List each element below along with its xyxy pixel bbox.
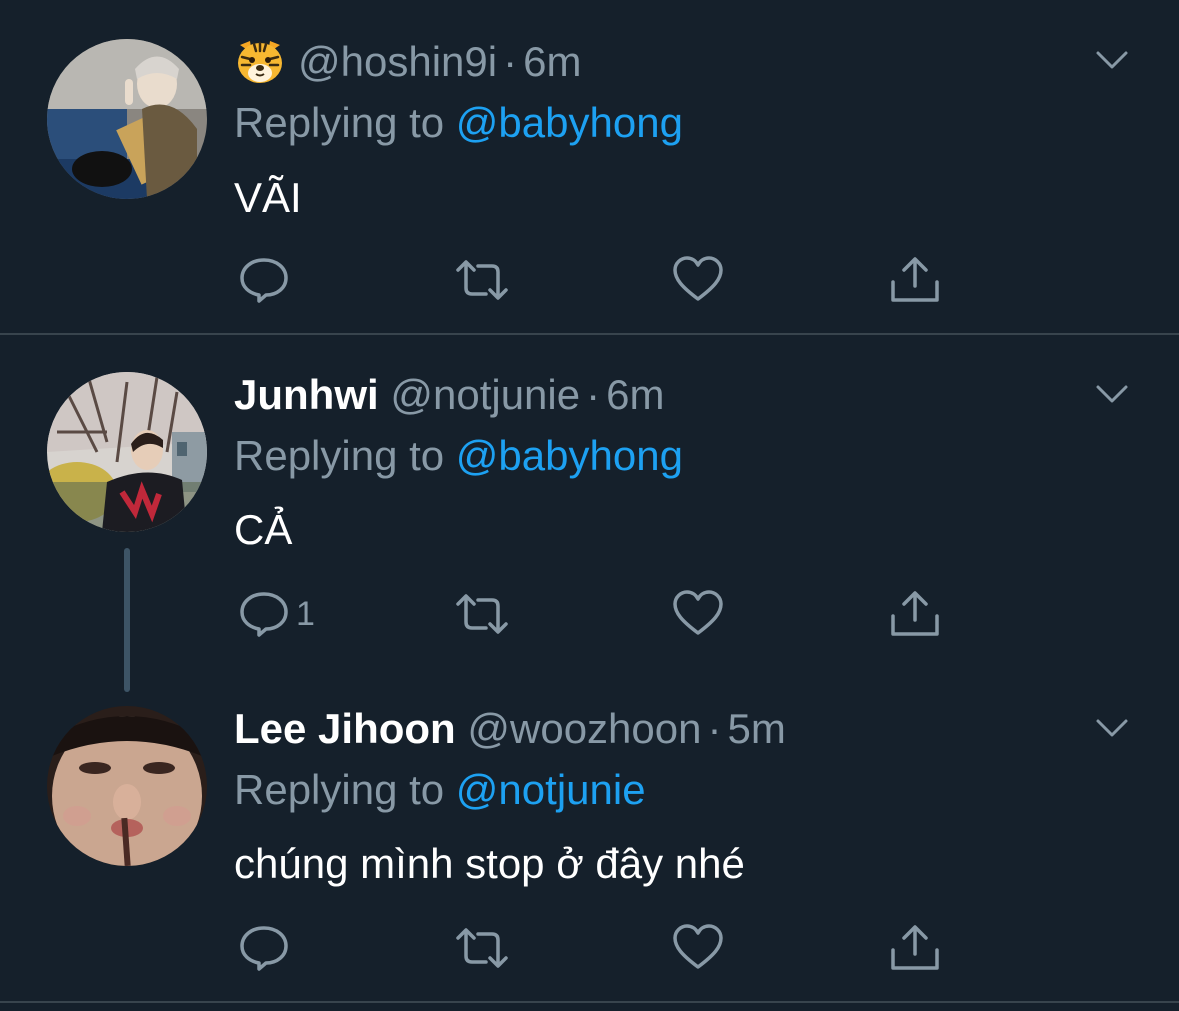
reply-count: 1	[296, 594, 315, 633]
reply-button[interactable]: 1	[238, 584, 315, 644]
reply-icon	[240, 258, 288, 303]
like-icon	[673, 924, 723, 969]
retweet-button[interactable]	[452, 584, 512, 644]
reply-icon	[240, 592, 288, 637]
replying-to: Replying to @babyhong	[234, 426, 683, 486]
replying-prefix: Replying to	[234, 766, 445, 813]
share-icon	[891, 925, 939, 970]
share-icon	[891, 591, 939, 636]
separator-dot: ·	[707, 705, 722, 752]
divider	[0, 333, 1179, 335]
chevron-down-icon[interactable]	[1092, 40, 1132, 80]
avatar[interactable]	[47, 372, 207, 532]
share-icon	[891, 257, 939, 302]
like-button[interactable]	[672, 584, 724, 644]
share-button[interactable]	[888, 918, 942, 978]
timestamp[interactable]: 5m	[728, 705, 786, 752]
replying-prefix: Replying to	[234, 99, 445, 146]
timestamp[interactable]: 6m	[523, 38, 581, 85]
retweet-icon	[456, 594, 508, 634]
tweet-header: Lee Jihoon @woozhoon · 5m	[234, 699, 786, 759]
reply-button[interactable]	[238, 918, 296, 978]
chevron-down-icon[interactable]	[1092, 374, 1132, 414]
retweet-button[interactable]	[452, 250, 512, 310]
retweet-button[interactable]	[452, 918, 512, 978]
mention-link[interactable]: @notjunie	[456, 766, 646, 813]
chevron-down-icon[interactable]	[1092, 708, 1132, 748]
like-icon	[673, 256, 723, 301]
mention-link[interactable]: @babyhong	[456, 432, 683, 479]
tweet-header: @hoshin9i · 6m	[234, 32, 581, 92]
like-button[interactable]	[672, 250, 724, 310]
tweet[interactable]: Lee Jihoon @woozhoon · 5m Replying to @not…	[0, 670, 1179, 1000]
reply-button[interactable]	[238, 250, 296, 310]
like-icon	[673, 590, 723, 635]
user-handle[interactable]: @hoshin9i	[298, 38, 497, 85]
tweet-text: CẢ	[234, 506, 293, 553]
replying-prefix: Replying to	[234, 432, 445, 479]
share-button[interactable]	[888, 250, 942, 310]
action-bar	[234, 250, 954, 310]
user-handle[interactable]: @woozhoon	[467, 705, 701, 752]
retweet-icon	[456, 928, 508, 968]
display-name[interactable]: Lee Jihoon	[234, 705, 456, 752]
separator-dot: ·	[586, 371, 601, 418]
tweet-header: Junhwi @notjunie · 6m	[234, 365, 664, 425]
timeline: @hoshin9i·6m Replying to @babyhong VÃI	[0, 0, 1179, 1011]
timestamp[interactable]: 6m	[606, 371, 664, 418]
reply-icon	[240, 926, 288, 971]
action-bar	[234, 918, 954, 978]
replying-to: Replying to @babyhong	[234, 93, 683, 153]
share-button[interactable]	[888, 584, 942, 644]
display-name[interactable]: Junhwi	[234, 371, 379, 418]
tweet[interactable]: @hoshin9i · 6m Replying to @babyhong VÃI	[0, 0, 1179, 334]
user-handle[interactable]: @notjunie	[390, 371, 580, 418]
divider	[0, 1001, 1179, 1003]
tiger-face-emoji	[234, 35, 286, 87]
tweet[interactable]: Junhwi @notjunie · 6m Replying to @babyhon…	[0, 336, 1179, 692]
separator-dot: ·	[503, 38, 518, 85]
action-bar: 1	[234, 584, 954, 644]
avatar[interactable]	[47, 39, 207, 199]
like-button[interactable]	[672, 918, 724, 978]
retweet-icon	[456, 260, 508, 300]
avatar[interactable]	[47, 706, 207, 866]
replying-to: Replying to @notjunie	[234, 760, 646, 820]
tweet-text: VÃI	[234, 174, 302, 221]
tweet-text: chúng mình stop ở đây nhé	[234, 840, 745, 887]
mention-link[interactable]: @babyhong	[456, 99, 683, 146]
